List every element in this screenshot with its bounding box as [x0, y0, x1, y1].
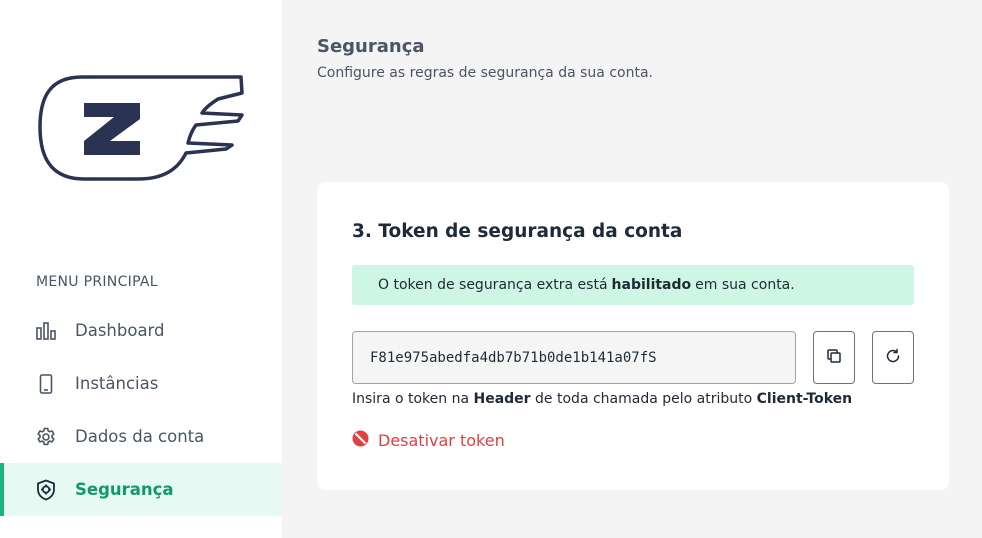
- refresh-icon: [885, 348, 901, 368]
- alert-text: em sua conta.: [695, 277, 795, 293]
- copy-icon: [826, 348, 842, 368]
- shield-icon: [35, 479, 57, 501]
- hint-text: Insira o token na: [352, 391, 470, 407]
- sidebar: MENU PRINCIPAL Dashboard Instâncias Dado…: [0, 0, 282, 538]
- sidebar-item-dados-da-conta[interactable]: Dados da conta: [0, 410, 282, 463]
- page-subtitle: Configure as regras de segurança da sua …: [317, 65, 653, 81]
- hint-client-token-term: Client-Token: [756, 391, 853, 407]
- deactivate-token-button[interactable]: Desativar token: [352, 430, 505, 451]
- alert-text: O token de segurança extra está: [378, 277, 608, 293]
- block-icon: [352, 430, 369, 451]
- sidebar-item-label: Instâncias: [75, 374, 159, 393]
- sidebar-item-label: Segurança: [75, 480, 174, 499]
- z-api-logo: [38, 75, 244, 181]
- bar-chart-icon: [35, 320, 57, 342]
- menu-heading: MENU PRINCIPAL: [36, 274, 158, 290]
- regenerate-token-button[interactable]: [872, 331, 914, 384]
- sidebar-item-instancias[interactable]: Instâncias: [0, 357, 282, 410]
- hint-text: de toda chamada pelo atributo: [535, 391, 753, 407]
- sidebar-item-seguranca[interactable]: Segurança: [0, 463, 282, 516]
- security-token-card: 3. Token de segurança da conta O token d…: [317, 182, 949, 490]
- copy-token-button[interactable]: [813, 331, 855, 384]
- token-usage-hint: Insira o token na Header de toda chamada…: [352, 391, 852, 407]
- sidebar-item-label: Dados da conta: [75, 427, 205, 446]
- gear-icon: [35, 426, 57, 448]
- sidebar-item-dashboard[interactable]: Dashboard: [0, 304, 282, 357]
- sidebar-item-label: Dashboard: [75, 321, 165, 340]
- page-title: Segurança: [317, 36, 425, 57]
- card-title: 3. Token de segurança da conta: [352, 221, 683, 242]
- token-status-alert: O token de segurança extra está habilita…: [352, 265, 914, 305]
- token-field[interactable]: [352, 331, 796, 384]
- alert-status: habilitado: [611, 277, 692, 293]
- mobile-device-icon: [35, 373, 57, 395]
- deactivate-token-label: Desativar token: [378, 431, 505, 450]
- hint-header-term: Header: [473, 391, 531, 407]
